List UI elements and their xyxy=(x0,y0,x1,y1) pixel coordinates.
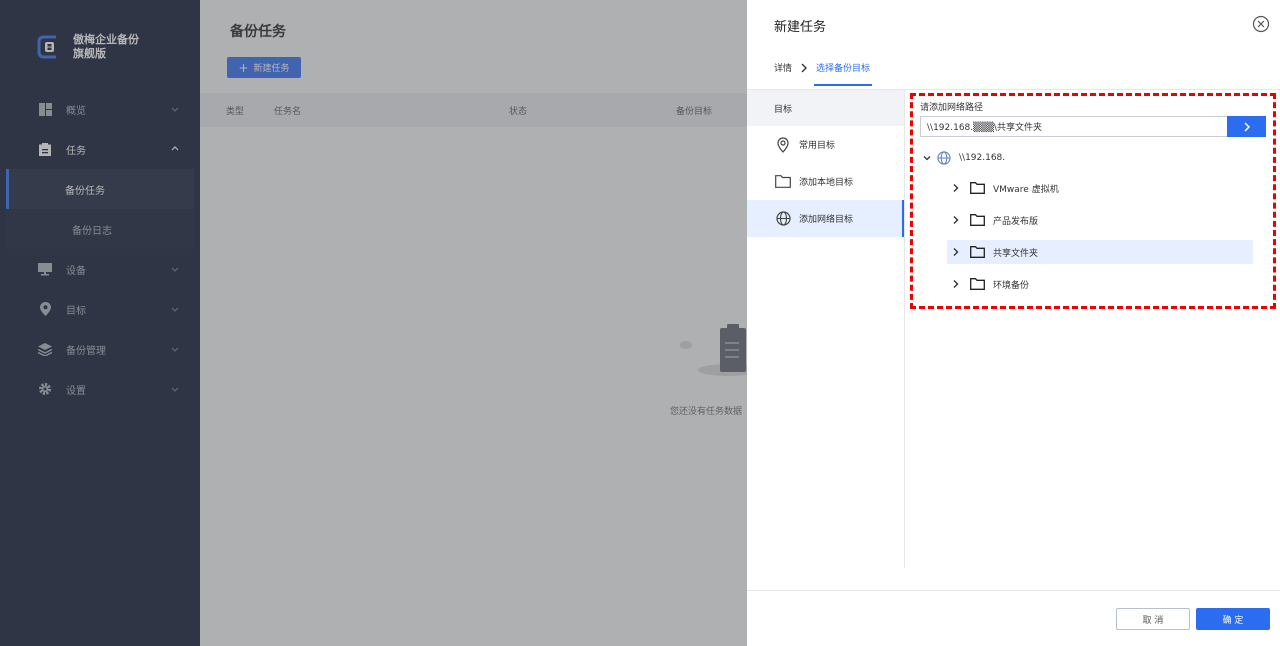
modal-overlay[interactable] xyxy=(0,0,747,646)
cancel-button[interactable]: 取 消 xyxy=(1116,608,1190,630)
breadcrumb: 详情 选择备份目标 xyxy=(774,61,873,86)
globe-icon xyxy=(775,211,791,227)
tree-item-vmware[interactable]: VMware 虚拟机 xyxy=(947,176,1253,200)
tree-item-label: 环境备份 xyxy=(993,280,1030,291)
breadcrumb-select-target[interactable]: 选择备份目标 xyxy=(814,61,873,86)
chevron-right-icon xyxy=(953,184,959,192)
tree-item-product-release[interactable]: 产品发布版 xyxy=(947,208,1253,232)
target-item-common[interactable]: 常用目标 xyxy=(747,126,904,163)
location-pin-icon xyxy=(775,136,791,153)
chevron-right-icon xyxy=(1243,121,1250,132)
close-button[interactable] xyxy=(1252,15,1270,33)
drawer-title: 新建任务 xyxy=(774,20,827,35)
tree-item-label: VMware 虚拟机 xyxy=(993,184,1059,195)
tree-item-label: 共享文件夹 xyxy=(993,248,1039,259)
new-task-drawer: 新建任务 详情 选择备份目标 目标 常用目标 添加本地目标 添加网络目标 请添加… xyxy=(747,0,1280,646)
chevron-right-icon xyxy=(953,216,959,224)
go-button[interactable] xyxy=(1227,116,1266,137)
network-path-pane: 请添加网络路径 \\192.168. VMware 虚拟机 产品发布版 共享文件… xyxy=(905,90,1280,568)
confirm-button[interactable]: 确 定 xyxy=(1196,608,1270,630)
chevron-right-icon xyxy=(953,280,959,288)
tree-root-node[interactable]: \\192.168. xyxy=(923,149,1005,167)
globe-icon xyxy=(937,151,951,165)
tree-item-label: 产品发布版 xyxy=(993,216,1039,227)
target-type-list: 目标 常用目标 添加本地目标 添加网络目标 xyxy=(747,90,905,568)
chevron-down-icon xyxy=(923,156,931,161)
folder-icon xyxy=(970,214,985,226)
target-item-add-network[interactable]: 添加网络目标 xyxy=(747,200,904,237)
chevron-right-icon xyxy=(953,248,959,256)
target-item-label: 添加本地目标 xyxy=(799,178,854,188)
chevron-right-icon xyxy=(801,63,808,72)
network-path-label: 请添加网络路径 xyxy=(920,103,984,113)
breadcrumb-details[interactable]: 详情 xyxy=(774,61,792,74)
close-circle-icon xyxy=(1252,15,1270,33)
folder-icon xyxy=(970,278,985,290)
target-item-label: 添加网络目标 xyxy=(799,215,854,225)
folder-icon xyxy=(970,182,985,194)
tree-item-shared-folder[interactable]: 共享文件夹 xyxy=(947,240,1253,264)
footer-divider xyxy=(747,590,1280,591)
network-path-input[interactable] xyxy=(920,116,1227,137)
folder-icon xyxy=(775,174,791,190)
folder-icon xyxy=(970,246,985,258)
target-item-label: 常用目标 xyxy=(799,141,836,151)
tree-root-label: \\192.168. xyxy=(959,153,1006,163)
target-list-header: 目标 xyxy=(747,90,904,126)
tree-item-env-backup[interactable]: 环境备份 xyxy=(947,272,1253,296)
target-item-add-local[interactable]: 添加本地目标 xyxy=(747,163,904,200)
